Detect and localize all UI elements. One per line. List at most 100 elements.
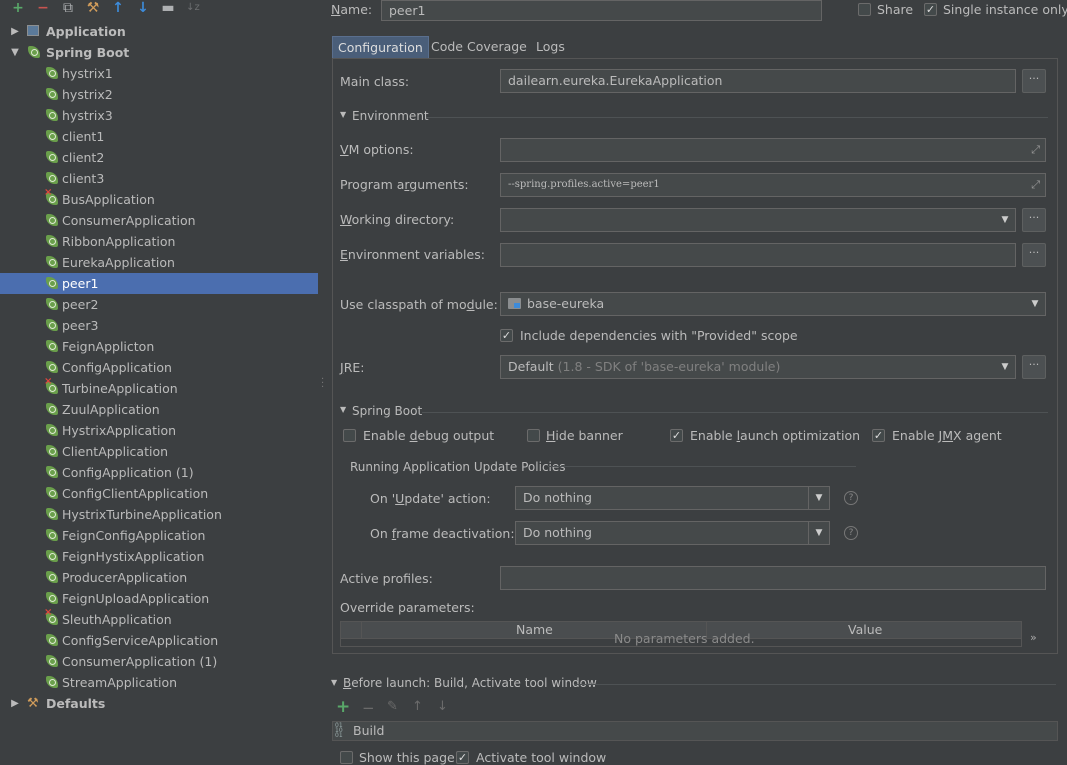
classpath-module-select[interactable]: base-eureka ▼ — [500, 292, 1046, 316]
jre-select[interactable]: Default (1.8 - SDK of 'base-eureka' modu… — [500, 355, 1016, 379]
show-page-checkbox[interactable] — [340, 751, 353, 764]
tree-item-configapplication[interactable]: ConfigApplication — [0, 357, 318, 378]
tree-item-eurekaapplication[interactable]: EurekaApplication — [0, 252, 318, 273]
tree-item-client1[interactable]: client1 — [0, 126, 318, 147]
share-checkbox[interactable] — [858, 3, 871, 16]
tree-item-sleuthapplication[interactable]: × SleuthApplication — [0, 608, 318, 630]
tree-item-consumerapplication[interactable]: ConsumerApplication — [0, 210, 318, 231]
tree-node-spring-boot[interactable]: ▼ Spring Boot — [0, 42, 318, 63]
on-frame-value: Do nothing — [523, 525, 592, 540]
tree-item-feignuploadapplication[interactable]: FeignUploadApplication — [0, 588, 318, 609]
jmx-agent-checkbox[interactable]: ✓ — [872, 429, 885, 442]
move-up-task-icon[interactable]: ↑ — [412, 699, 423, 714]
tree-item-clientapplication[interactable]: ClientApplication — [0, 441, 318, 462]
expanded-arrow-icon[interactable]: ▼ — [340, 110, 346, 119]
expand-icon[interactable]: ⤢ — [1031, 174, 1040, 196]
tree-item-feignconfigapplication[interactable]: FeignConfigApplication — [0, 525, 318, 546]
tree-item-consumerapplication-1[interactable]: ConsumerApplication (1) — [0, 651, 318, 672]
expanded-arrow-icon[interactable]: ▼ — [340, 405, 346, 414]
working-directory-field[interactable]: ▼ — [500, 208, 1016, 232]
tree-node-application[interactable]: ▶ Application — [0, 21, 318, 42]
section-divider — [548, 466, 856, 467]
tree-item-turbineapplication[interactable]: × TurbineApplication — [0, 377, 318, 399]
copy-icon[interactable]: ⧉ — [59, 0, 77, 16]
tree-item-hystrix1[interactable]: hystrix1 — [0, 63, 318, 84]
name-field[interactable]: peer1 — [381, 0, 822, 21]
launch-optimization-checkbox[interactable]: ✓ — [670, 429, 683, 442]
expand-icon[interactable]: ⤢ — [1031, 139, 1040, 161]
help-icon[interactable]: ? — [844, 491, 858, 505]
folder-icon[interactable]: ▬ — [159, 0, 177, 16]
tree-item-streamapplication[interactable]: StreamApplication — [0, 672, 318, 693]
move-down-icon[interactable]: ↓ — [134, 0, 152, 16]
tab-code-coverage[interactable]: Code Coverage — [426, 36, 532, 59]
tree-item-configapplication-1[interactable]: ConfigApplication (1) — [0, 462, 318, 483]
edit-task-icon[interactable]: ✎ — [387, 699, 398, 714]
section-divider — [422, 412, 1048, 413]
program-arguments-field[interactable]: --spring.profiles.active=peer1 ⤢ — [500, 173, 1046, 197]
move-up-icon[interactable]: ↑ — [109, 0, 127, 16]
double-chevron-icon[interactable]: » — [1030, 631, 1037, 644]
dropdown-arrow-icon[interactable]: ▼ — [1025, 293, 1045, 315]
dropdown-arrow-icon[interactable]: ▼ — [808, 522, 829, 544]
activate-tool-window-checkbox[interactable]: ✓ — [456, 751, 469, 764]
panel-splitter[interactable]: · · · — [319, 0, 331, 761]
on-frame-select[interactable]: Do nothing ▼ — [515, 521, 830, 545]
vm-options-field[interactable]: ⤢ — [500, 138, 1046, 162]
tree-item-busapplication[interactable]: × BusApplication — [0, 188, 318, 210]
collapsed-arrow-icon[interactable]: ▶ — [9, 693, 21, 714]
tree-item-hystrixapplication[interactable]: HystrixApplication — [0, 420, 318, 441]
main-class-field[interactable]: dailearn.eureka.EurekaApplication — [500, 69, 1016, 93]
tree-item-configserviceapplication[interactable]: ConfigServiceApplication — [0, 630, 318, 651]
tree-item-hystrixturbineapplication[interactable]: HystrixTurbineApplication — [0, 504, 318, 525]
tree-item-producerapplication[interactable]: ProducerApplication — [0, 567, 318, 588]
jre-browse-button[interactable]: ··· — [1022, 355, 1046, 379]
tree-item-hystrix2[interactable]: hystrix2 — [0, 84, 318, 105]
tree-item-zuulapplication[interactable]: ZuulApplication — [0, 399, 318, 420]
tab-logs[interactable]: Logs — [531, 36, 570, 59]
tree-item-client3[interactable]: client3 — [0, 168, 318, 189]
help-icon[interactable]: ? — [844, 526, 858, 540]
tree-item-feignhystixapplication[interactable]: FeignHystixApplication — [0, 546, 318, 567]
include-dependencies-checkbox[interactable]: ✓ — [500, 329, 513, 342]
add-task-icon[interactable]: + — [336, 697, 350, 717]
table-col-name[interactable]: Name — [516, 622, 553, 638]
single-instance-checkbox[interactable]: ✓ — [924, 3, 937, 16]
remove-task-icon[interactable]: − — [362, 699, 375, 717]
collapsed-arrow-icon[interactable]: ▶ — [9, 21, 21, 42]
dropdown-arrow-icon[interactable]: ▼ — [808, 487, 829, 509]
environment-variables-field[interactable] — [500, 243, 1016, 267]
dropdown-arrow-icon[interactable]: ▼ — [995, 356, 1015, 378]
tab-configuration[interactable]: Configuration — [332, 36, 429, 59]
sort-icon[interactable]: ↓z — [184, 0, 202, 16]
dropdown-arrow-icon[interactable]: ▼ — [995, 209, 1015, 231]
remove-icon[interactable]: − — [34, 0, 52, 16]
tree-item-peer2[interactable]: peer2 — [0, 294, 318, 315]
tree-item-hystrix3[interactable]: hystrix3 — [0, 105, 318, 126]
tree-item-client2[interactable]: client2 — [0, 147, 318, 168]
program-arguments-label: Program arguments: — [340, 177, 469, 192]
tree-item-peer1[interactable]: peer1 — [0, 273, 318, 294]
expanded-arrow-icon[interactable]: ▼ — [9, 42, 21, 63]
expanded-arrow-icon[interactable]: ▼ — [331, 678, 337, 687]
tree-item-label: ConfigApplication (1) — [62, 465, 194, 480]
tree-item-feignapplicton[interactable]: FeignApplicton — [0, 336, 318, 357]
add-icon[interactable]: + — [9, 0, 27, 16]
working-directory-browse-button[interactable]: ··· — [1022, 208, 1046, 232]
hide-banner-checkbox[interactable] — [527, 429, 540, 442]
main-class-browse-button[interactable]: ··· — [1022, 69, 1046, 93]
tree-item-ribbonapplication[interactable]: RibbonApplication — [0, 231, 318, 252]
spring-boot-icon — [46, 550, 59, 563]
move-down-task-icon[interactable]: ↓ — [437, 699, 448, 714]
tree-item-label: TurbineApplication — [62, 381, 178, 396]
environment-variables-browse-button[interactable]: ··· — [1022, 243, 1046, 267]
before-launch-item-build[interactable]: 01 10 01 Build — [333, 722, 1057, 740]
wrench-icon[interactable]: ⚒ — [84, 0, 102, 16]
active-profiles-field[interactable] — [500, 566, 1046, 590]
tree-node-defaults[interactable]: ▶ ⚒ Defaults — [0, 693, 318, 714]
tree-item-peer3[interactable]: peer3 — [0, 315, 318, 336]
debug-output-checkbox[interactable] — [343, 429, 356, 442]
table-col-value[interactable]: Value — [848, 622, 882, 638]
tree-item-configclientapplication[interactable]: ConfigClientApplication — [0, 483, 318, 504]
on-update-select[interactable]: Do nothing ▼ — [515, 486, 830, 510]
